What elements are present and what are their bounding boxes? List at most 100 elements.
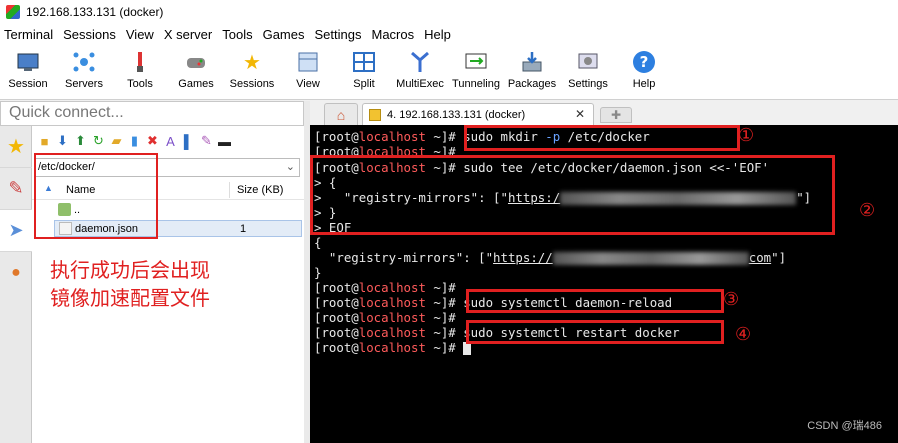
menu-macros[interactable]: Macros	[367, 27, 420, 42]
annotation-text: 执行成功后会出现 镜像加速配置文件	[50, 256, 210, 312]
terminal-icon	[369, 108, 381, 121]
highlight-box-step-3	[466, 289, 724, 313]
home-tab[interactable]: ⌂	[324, 103, 358, 125]
menu-terminal[interactable]: Terminal	[0, 27, 59, 42]
view-icon	[295, 49, 321, 75]
tools-icon	[127, 49, 153, 75]
menu-games[interactable]: Games	[259, 27, 311, 42]
toolbar-label: Session	[8, 78, 48, 90]
main-toolbar: Session Servers Tools Games ★ Sessions V…	[0, 44, 898, 100]
toolbar-label: Sessions	[229, 78, 275, 90]
session-tab[interactable]: 4. 192.168.133.131 (docker) ✕	[362, 103, 594, 125]
chevron-down-icon[interactable]: ⌄	[286, 160, 295, 173]
mobaxterm-window: 192.168.133.131 (docker) Terminal Sessio…	[0, 0, 898, 443]
delete-icon[interactable]: ✖	[144, 133, 161, 150]
toolbar-label: Settings	[568, 78, 608, 90]
sidebar-tab-sftp[interactable]: ➤	[0, 210, 32, 252]
session-tab-label: 4. 192.168.133.131 (docker)	[387, 108, 526, 121]
new-tab-button[interactable]: ✚	[600, 107, 632, 123]
annotation-line: 执行成功后会出现	[50, 258, 210, 282]
menu-tools[interactable]: Tools	[218, 27, 258, 42]
redacted-mirror-url	[552, 252, 749, 265]
permissions-icon[interactable]: ▌	[180, 133, 197, 150]
settings-icon	[575, 49, 601, 75]
column-divider	[229, 182, 230, 198]
sidebar-tab-strip: ★ ✎ ➤ ●	[0, 126, 32, 443]
app-logo-icon	[6, 5, 20, 19]
highlight-box-step-4	[466, 320, 724, 344]
sidebar-tab-macros[interactable]: ●	[0, 252, 32, 294]
toolbar-tools-button[interactable]: Tools	[112, 44, 168, 100]
download-icon[interactable]: ⬇	[54, 133, 71, 150]
toolbar-help-button[interactable]: ? Help	[616, 44, 672, 100]
sidebar-tab-sessions[interactable]: ★	[0, 126, 32, 168]
step-number-1: ①	[738, 125, 755, 146]
split-icon	[351, 49, 377, 75]
upload-icon[interactable]: ⬆	[72, 133, 89, 150]
toolbar-multiexec-button[interactable]: MultiExec	[392, 44, 448, 100]
column-size[interactable]: Size (KB)	[237, 184, 283, 196]
toolbar-sessions-button[interactable]: ★ Sessions	[224, 44, 280, 100]
terminal-line: [root@localhost ~]#	[314, 280, 464, 295]
toolbar-split-button[interactable]: Split	[336, 44, 392, 100]
toolbar-games-button[interactable]: Games	[168, 44, 224, 100]
send-icon: ➤	[8, 220, 24, 240]
title-bar: 192.168.133.131 (docker)	[0, 0, 898, 24]
toolbar-servers-button[interactable]: Servers	[56, 44, 112, 100]
sftp-file-browser: ■ ⬇ ⬆ ↻ ▰ ▮ ✖ A ▌ ✎ ▬ /etc/docker/ ⌄ ▲ N…	[32, 126, 304, 443]
menu-settings[interactable]: Settings	[311, 27, 368, 42]
packages-icon	[519, 49, 545, 75]
toolbar-label: MultiExec	[396, 78, 444, 90]
plus-icon: ✚	[610, 108, 622, 122]
menu-view[interactable]: View	[122, 27, 160, 42]
window-title: 192.168.133.131 (docker)	[26, 5, 164, 19]
toolbar-label: Tunneling	[452, 78, 500, 90]
session-tab-bar: ⌂ 4. 192.168.133.131 (docker) ✕ ✚	[310, 101, 898, 125]
toolbar-packages-button[interactable]: Packages	[504, 44, 560, 100]
highlight-box-step-1	[464, 125, 740, 151]
toolbar-settings-button[interactable]: Settings	[560, 44, 616, 100]
toolbar-label: Servers	[65, 78, 103, 90]
toolbar-label: Split	[353, 78, 375, 90]
toolbar-label: View	[296, 78, 320, 90]
toolbar-label: Help	[632, 78, 656, 90]
globe-icon: ●	[11, 264, 21, 281]
menu-x-server[interactable]: X server	[160, 27, 218, 42]
new-folder-icon[interactable]: ▰	[108, 133, 125, 150]
watermark: CSDN @瑞486	[807, 420, 882, 432]
rename-icon[interactable]: A	[162, 133, 179, 150]
folder-icon[interactable]: ■	[36, 133, 53, 150]
quick-connect-input[interactable]: Quick connect...	[0, 101, 304, 126]
home-icon: ⌂	[336, 106, 346, 123]
menu-help[interactable]: Help	[420, 27, 457, 42]
step-number-3: ③	[723, 289, 740, 310]
sftp-toolbar: ■ ⬇ ⬆ ↻ ▰ ▮ ✖ A ▌ ✎ ▬	[32, 126, 304, 156]
tools-icon: ✎	[8, 178, 24, 198]
terminal-icon[interactable]: ▬	[216, 133, 233, 150]
terminal-line: [root@localhost ~]#	[314, 310, 464, 325]
edit-icon[interactable]: ✎	[198, 133, 215, 150]
terminal-output[interactable]: [root@localhost ~]# sudo mkdir -p /etc/d…	[310, 125, 898, 443]
annotation-line: 镜像加速配置文件	[50, 286, 210, 310]
highlight-box-file	[34, 153, 158, 239]
close-icon[interactable]: ✕	[575, 107, 585, 121]
sidebar-tab-tools[interactable]: ✎	[0, 168, 32, 210]
help-icon: ?	[631, 49, 657, 75]
terminal-line: {	[314, 235, 322, 250]
toolbar-label: Tools	[127, 78, 153, 90]
toolbar-session-button[interactable]: Session	[0, 44, 56, 100]
servers-icon	[71, 49, 97, 75]
new-file-icon[interactable]: ▮	[126, 133, 143, 150]
step-number-2: ②	[859, 200, 876, 221]
games-icon	[183, 49, 209, 75]
refresh-icon[interactable]: ↻	[90, 133, 107, 150]
multiexec-icon	[407, 49, 433, 75]
terminal-line: "registry-mirrors": ["https://com"]	[314, 250, 787, 265]
star-icon: ★	[243, 51, 261, 74]
toolbar-view-button[interactable]: View	[280, 44, 336, 100]
file-size: 1	[240, 223, 247, 235]
menu-sessions[interactable]: Sessions	[59, 27, 122, 42]
svg-text:?: ?	[640, 53, 649, 71]
toolbar-tunneling-button[interactable]: Tunneling	[448, 44, 504, 100]
terminal-line: }	[314, 265, 322, 280]
